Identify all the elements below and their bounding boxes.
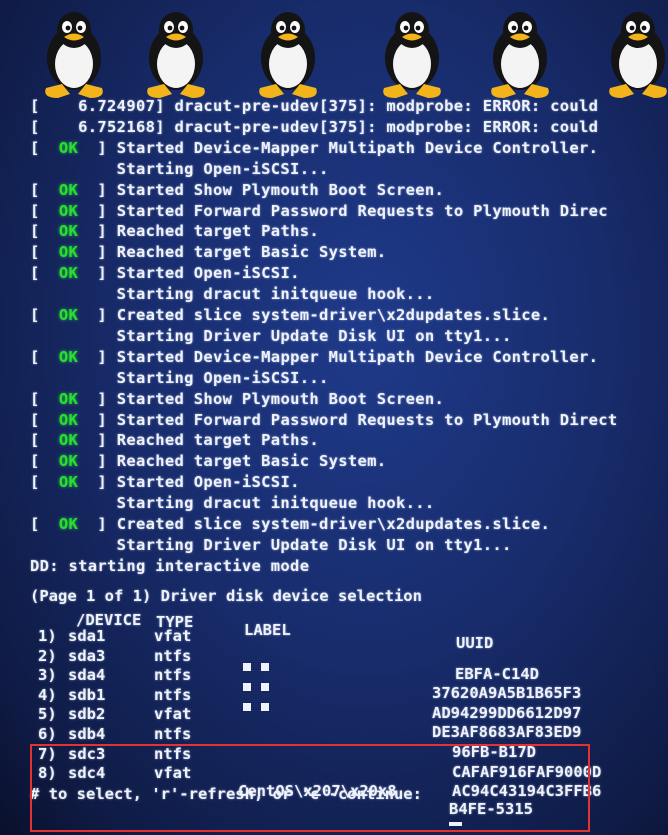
column-header-uuid: UUID [456,634,494,652]
tux-penguin-icon [252,6,324,101]
ok-status-badge: OK [58,515,79,533]
log-line-text: Starting Open-iSCSI... [30,159,329,178]
ok-status-badge: OK [58,452,79,471]
log-line: Starting dracut initqueue hook... [30,494,435,512]
device-uuid: EBFA-C14D [455,664,539,683]
ok-status-badge: OK [58,243,79,262]
ok-status-badge: OK [58,347,79,366]
log-line: [ OK ] Started Device-Mapper Multipath D… [30,138,599,157]
log-line-text: Starting Driver Update Disk UI on tty1..… [30,535,512,554]
ok-status-badge: OK [58,431,79,450]
log-line: [ OK ] Started Open-iSCSI. [30,473,300,492]
log-line: Starting Driver Update Disk UI on tty1..… [30,327,512,345]
log-line: [ OK ] Started Open-iSCSI. [30,264,300,283]
log-line-text: Reached target Basic System. [116,243,387,262]
log-line: [ OK ] Created slice system-driver\x2dup… [30,306,551,324]
log-line-text: Created slice system-driver\x2dupdates.s… [116,306,551,324]
row-number: 6) [38,725,57,743]
log-line: [ OK ] Reached target Paths. [30,222,319,241]
column-header-label: LABEL [244,621,291,639]
log-line-text: [ 6.724907] dracut-pre-udev[375]: modpro… [30,97,599,115]
log-line-text: Starting Open-iSCSI... [30,368,329,387]
row-number: 3) [38,666,57,685]
log-line-text: [ 6.752168] dracut-pre-udev[375]: modpro… [30,117,599,136]
row-number: 2) [38,646,57,665]
device-name: sda3 [68,646,106,665]
log-line: [ OK ] Started Show Plymouth Boot Screen… [30,180,445,199]
selection-heading: (Page 1 of 1) Driver disk device selecti… [30,587,422,605]
device-name: sdb2 [68,705,106,724]
device-name: sdb4 [68,725,106,743]
log-line-text: Started Forward Password Requests to Ply… [116,201,608,220]
filesystem-type: ntfs [154,725,192,743]
row-number: 4) [38,685,57,704]
ok-status-badge: OK [58,222,79,241]
filesystem-type: ntfs [154,666,192,685]
ok-status-badge: OK [58,389,79,408]
log-line-text: Started Device-Mapper Multipath Device C… [116,347,599,366]
log-line-text: Reached target Basic System. [116,452,387,471]
log-line: Starting Open-iSCSI... [30,160,329,178]
log-line: [ OK ] Started Show Plymouth Boot Screen… [30,389,445,408]
tux-penguin-icon [602,6,668,101]
log-line: Starting Driver Update Disk UI on tty1..… [30,536,512,554]
console-screen: [ 6.724907] dracut-pre-udev[375]: modpro… [0,0,668,835]
device-uuid: DE3AF8683AF83ED9 [432,723,582,742]
ok-status-badge: OK [58,410,79,429]
tux-penguin-icon [140,6,212,101]
log-line: [ 6.724907] dracut-pre-udev[375]: modpro… [30,97,598,115]
tux-logo-row [38,6,668,106]
log-line-text: Starting Driver Update Disk UI on tty1..… [30,326,512,345]
tux-penguin-icon [484,6,556,101]
log-line-text: Started Show Plymouth Boot Screen. [116,389,445,408]
filesystem-type: ntfs [154,646,192,665]
ok-status-badge: OK [58,473,79,492]
device-name: sdb1 [68,685,106,704]
log-line-text: Started Device-Mapper Multipath Device C… [116,138,599,157]
row-number: 5) [38,705,57,724]
row-number: 1) [38,627,57,645]
log-line: [ OK ] Reached target Paths. [30,431,319,450]
log-line: [ 6.752168] dracut-pre-udev[375]: modpro… [30,118,598,136]
log-line: [ OK ] Reached target Basic System. [30,243,387,262]
log-line-text: Starting dracut initqueue hook... [30,494,435,513]
log-line: [ OK ] Reached target Basic System. [30,452,387,471]
log-line: [ OK ] Started Forward Password Requests… [30,410,618,429]
log-line: [ OK ] Started Device-Mapper Multipath D… [30,347,599,366]
log-line: Starting Open-iSCSI... [30,369,329,387]
ok-status-badge: OK [58,201,79,220]
log-line-text: Starting dracut initqueue hook... [30,285,435,304]
log-line: Starting dracut initqueue hook... [30,285,435,303]
device-uuid: AD94299DD6612D97 [432,703,582,722]
ok-status-badge: OK [58,306,79,324]
ok-status-badge: OK [58,180,79,199]
device-name: sda4 [68,666,106,685]
tux-penguin-icon [38,6,110,101]
filesystem-type: vfat [154,705,192,724]
filesystem-type: vfat [154,627,192,645]
log-line: DD: starting interactive mode [30,557,309,575]
log-line-text: Started Open-iSCSI. [116,264,300,283]
log-line-text: DD: starting interactive mode [30,556,310,575]
log-line-text: Started Show Plymouth Boot Screen. [116,180,445,199]
ok-status-badge: OK [58,264,79,283]
device-uuid: 37620A9A5B1B65F3 [432,684,582,703]
log-line-text: Reached target Paths. [116,222,319,241]
tux-penguin-icon [376,6,448,101]
log-line-text: Reached target Paths. [116,431,319,450]
log-line: [ OK ] Created slice system-driver\x2dup… [30,515,551,533]
filesystem-type: ntfs [154,685,192,704]
device-name: sda1 [68,627,106,645]
highlight-box [30,744,590,832]
log-line-text: Started Open-iSCSI. [116,473,300,492]
ok-status-badge: OK [58,138,79,157]
log-line: [ OK ] Started Forward Password Requests… [30,201,608,220]
log-line-text: Created slice system-driver\x2dupdates.s… [116,515,551,533]
log-line-text: Started Forward Password Requests to Ply… [116,410,618,429]
